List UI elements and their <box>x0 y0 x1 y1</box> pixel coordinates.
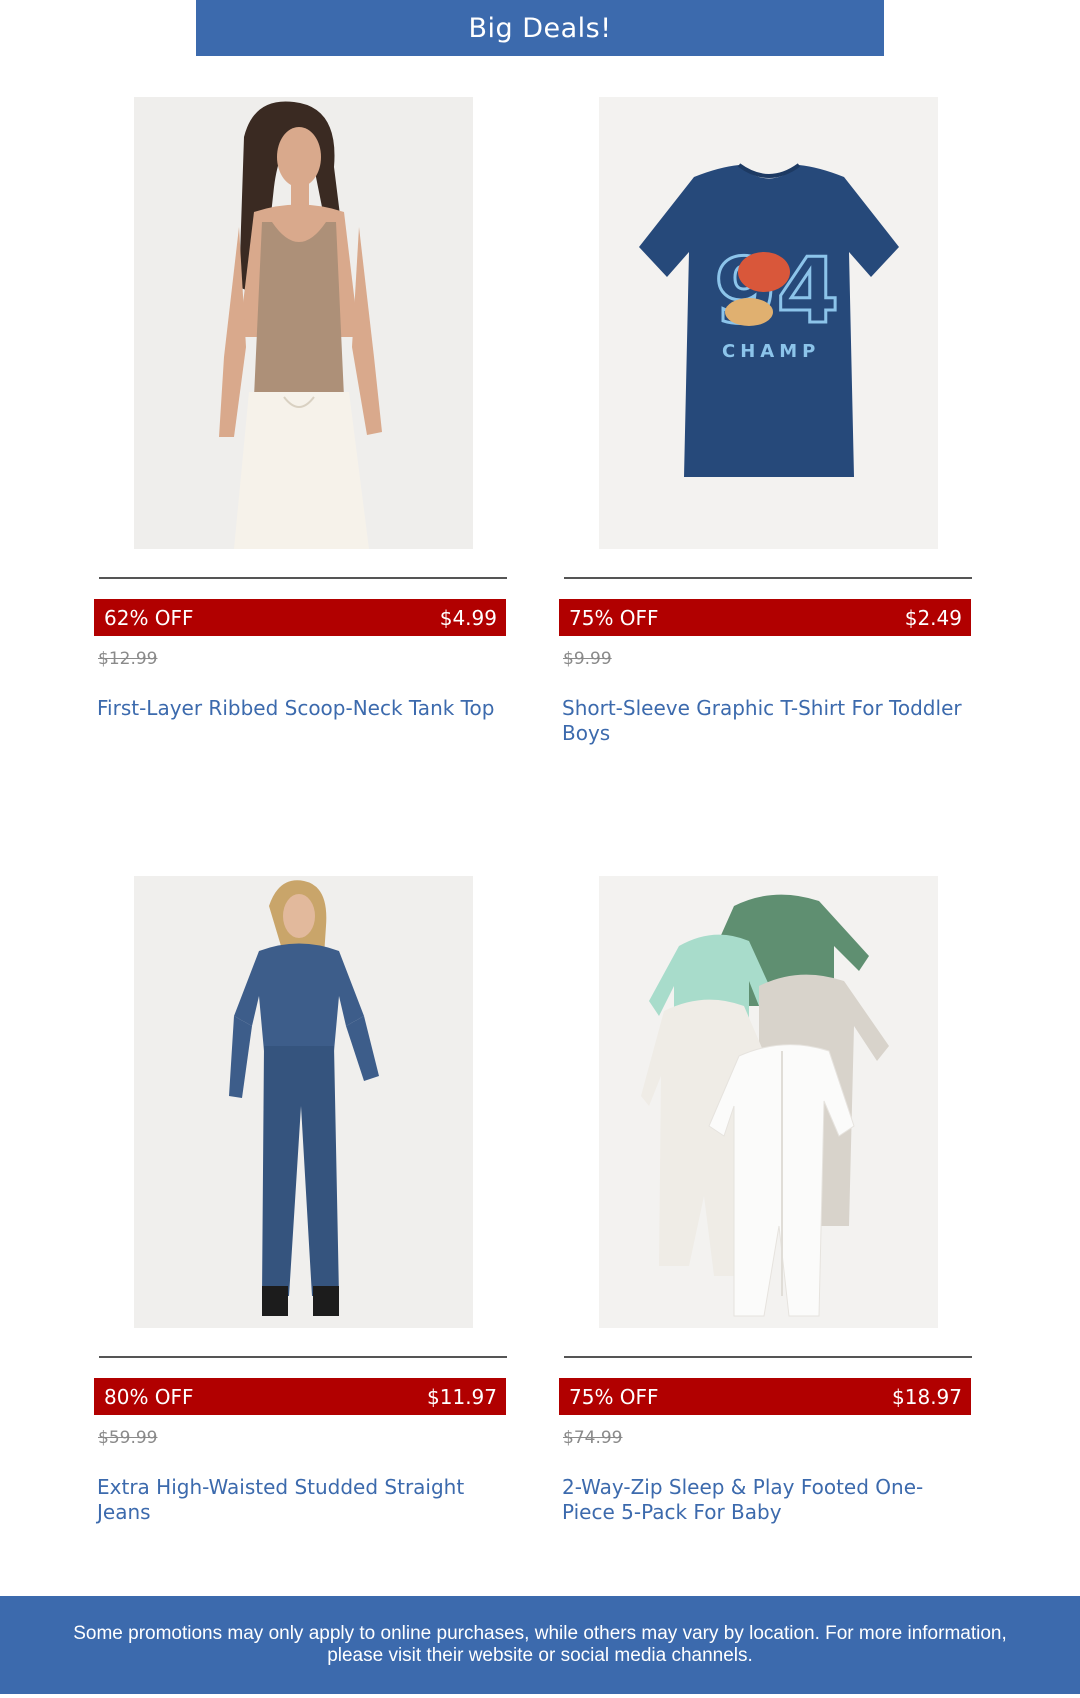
original-price: $12.99 <box>98 649 158 669</box>
product-image[interactable]: 94 CHAMP <box>599 97 938 549</box>
product-title-link[interactable]: 2-Way-Zip Sleep & Play Footed One-Piece … <box>562 1475 972 1525</box>
svg-text:CHAMP: CHAMP <box>722 341 820 362</box>
deal-bar: 80% OFF $11.97 <box>94 1378 506 1415</box>
product-card[interactable]: 75% OFF $18.97 $74.99 2-Way-Zip Sleep & … <box>559 876 979 1616</box>
deal-bar: 62% OFF $4.99 <box>94 599 506 636</box>
footer-disclaimer: Some promotions may only apply to online… <box>0 1596 1080 1694</box>
product-card[interactable]: 80% OFF $11.97 $59.99 Extra High-Waisted… <box>94 876 514 1616</box>
baby-onesie-pack-icon <box>599 876 938 1328</box>
product-image[interactable] <box>599 876 938 1328</box>
discount-label: 75% OFF <box>569 605 659 630</box>
header-banner: Big Deals! <box>196 0 884 56</box>
divider <box>99 577 507 579</box>
deal-bar: 75% OFF $18.97 <box>559 1378 971 1415</box>
graphic-tshirt-icon: 94 CHAMP <box>599 97 938 549</box>
disclaimer-text: Some promotions may only apply to online… <box>73 1623 1007 1666</box>
product-card[interactable]: 62% OFF $4.99 $12.99 First-Layer Ribbed … <box>94 97 514 837</box>
discount-label: 75% OFF <box>569 1384 659 1409</box>
sale-price: $4.99 <box>439 605 497 630</box>
discount-label: 80% OFF <box>104 1384 194 1409</box>
product-image[interactable] <box>134 876 473 1328</box>
woman-tank-top-icon <box>134 97 473 549</box>
sale-price: $18.97 <box>892 1384 962 1409</box>
product-title-link[interactable]: First-Layer Ribbed Scoop-Neck Tank Top <box>97 696 507 721</box>
divider <box>564 1356 972 1358</box>
product-image[interactable] <box>134 97 473 549</box>
sale-price: $11.97 <box>427 1384 497 1409</box>
page-title: Big Deals! <box>468 12 612 44</box>
deal-bar: 75% OFF $2.49 <box>559 599 971 636</box>
discount-label: 62% OFF <box>104 605 194 630</box>
product-title-link[interactable]: Extra High-Waisted Studded Straight Jean… <box>97 1475 507 1525</box>
divider <box>99 1356 507 1358</box>
original-price: $74.99 <box>563 1428 623 1448</box>
original-price: $9.99 <box>563 649 612 669</box>
product-title-link[interactable]: Short-Sleeve Graphic T-Shirt For Toddler… <box>562 696 972 746</box>
product-card[interactable]: 94 CHAMP 75% OFF $2.49 $9.99 Short-Sleev… <box>559 97 979 837</box>
woman-denim-outfit-icon <box>134 876 473 1328</box>
sale-price: $2.49 <box>904 605 962 630</box>
divider <box>564 577 972 579</box>
original-price: $59.99 <box>98 1428 158 1448</box>
